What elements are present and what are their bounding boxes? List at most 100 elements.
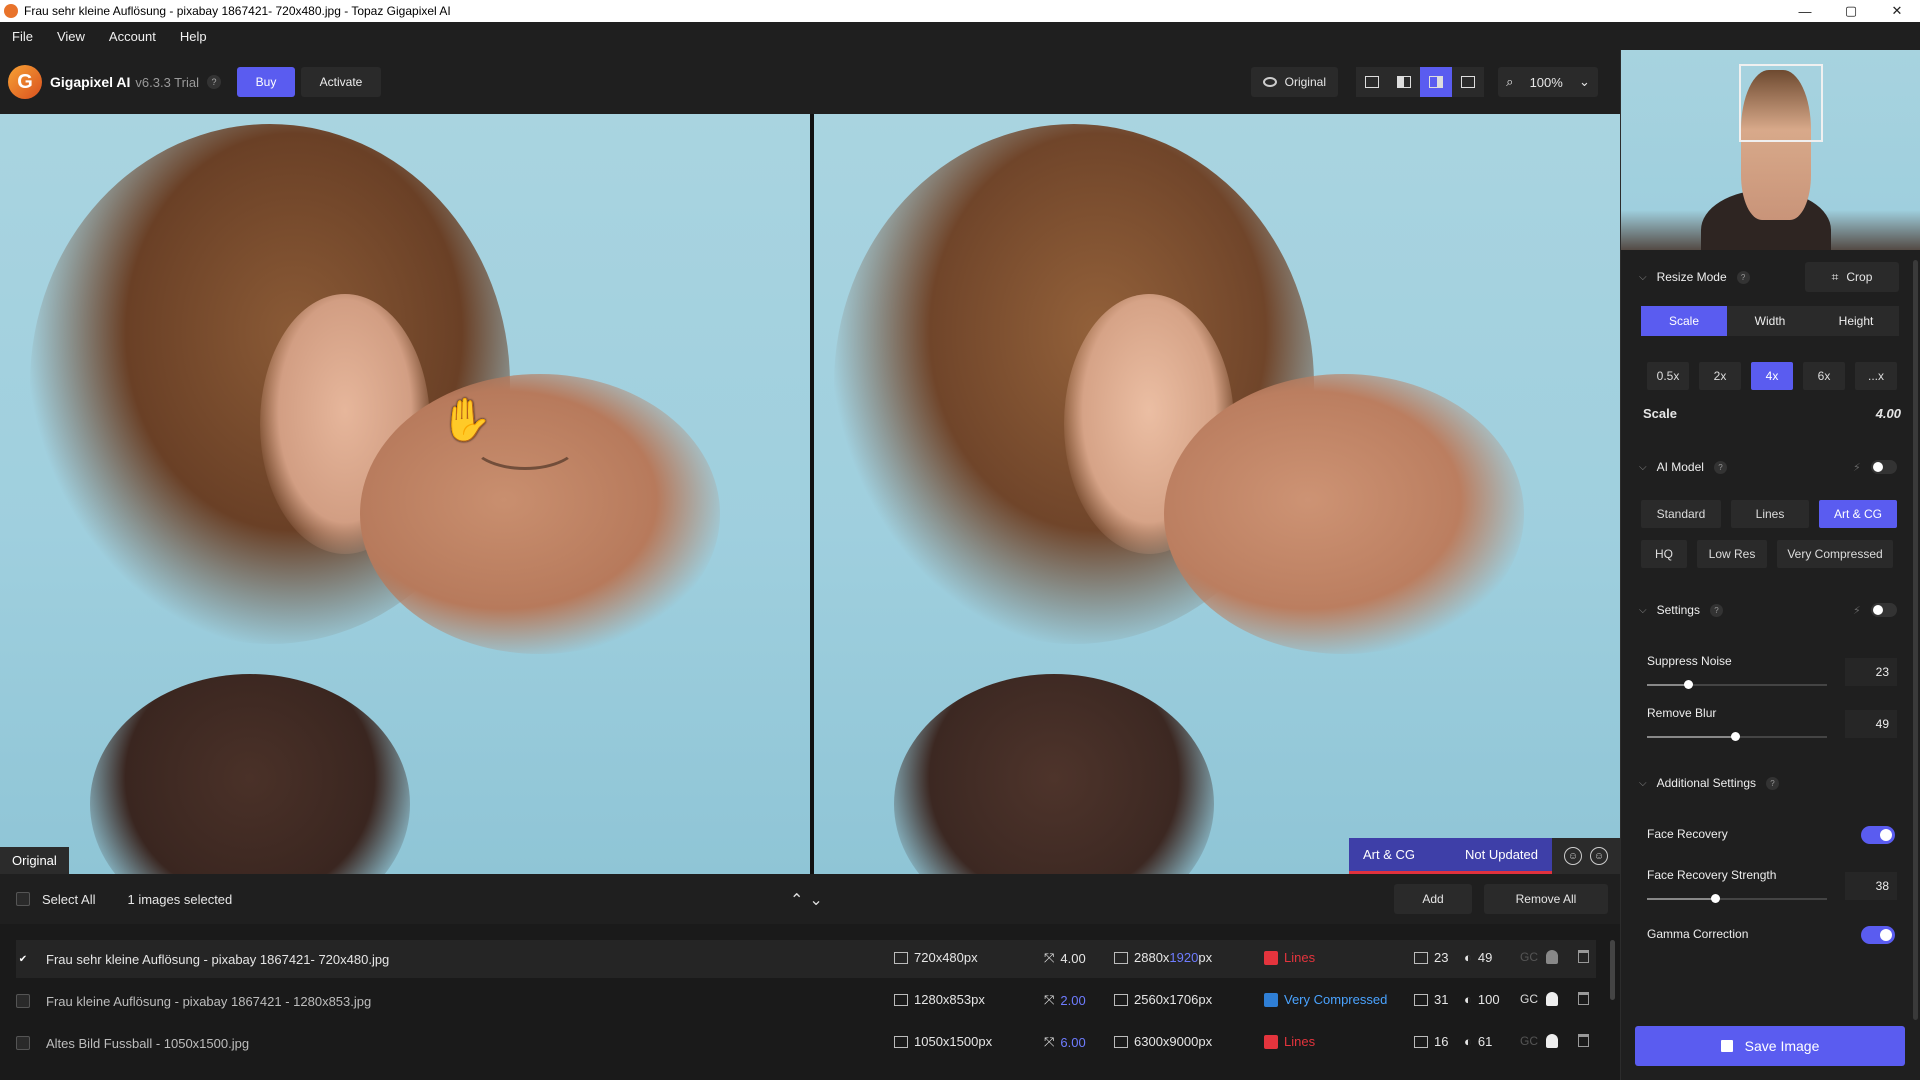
active-model-tag: Art & CG [1349,838,1451,874]
ai-model-auto-toggle[interactable] [1871,460,1897,474]
remove-blur-slider[interactable] [1647,732,1827,741]
navigator-viewport-frame[interactable] [1739,64,1823,142]
slider-handle[interactable] [1731,732,1741,741]
scale-chip-2x[interactable]: 2x [1699,362,1741,390]
mode-height[interactable]: Height [1813,306,1899,336]
remove-all-button[interactable]: Remove All [1484,884,1608,914]
update-status-tag: Not Updated [1451,838,1552,874]
split-view-icon [1397,76,1411,88]
file-row[interactable]: Altes Bild Fussball - 1050x1500.jpg [16,1024,1596,1062]
ai-model-header[interactable]: ⌵ AI Model ? [1639,460,1727,474]
very-compressed-model-icon [1264,992,1278,1007]
settings-panel: ⌵ Resize Mode ? ⌗ Crop Scale Width Heigh… [1620,50,1920,1080]
file-list-scrollbar[interactable] [1610,940,1615,1000]
model-cell[interactable]: Lines [1264,1034,1315,1049]
file-name: Frau sehr kleine Auflösung - pixabay 186… [46,951,390,967]
menu-account[interactable]: Account [109,29,156,44]
model-cell[interactable]: Very Compressed [1264,992,1387,1007]
suppress-noise-slider[interactable] [1647,680,1827,689]
trash-icon[interactable] [1578,1034,1589,1047]
file-checkbox[interactable] [16,994,30,1008]
add-button[interactable]: Add [1394,884,1472,914]
suppress-noise-input[interactable]: 23 [1845,658,1897,686]
help-icon[interactable]: ? [1709,603,1723,617]
delete-cell[interactable] [1578,950,1589,963]
file-checkbox[interactable] [16,1036,30,1050]
gamma-correction-toggle[interactable] [1861,926,1895,944]
model-lines[interactable]: Lines [1731,500,1809,528]
help-icon[interactable]: ? [1713,460,1727,474]
original-preview[interactable]: ✋ Original [0,114,810,874]
mode-scale[interactable]: Scale [1641,306,1727,336]
select-all-label[interactable]: Select All [42,892,95,907]
face-recovery-toggle[interactable] [1861,826,1895,844]
select-all-checkbox[interactable] [16,892,30,906]
delete-cell[interactable] [1578,1034,1589,1047]
noise-cell: 31 [1414,992,1448,1007]
face-recovery-strength-slider[interactable] [1647,894,1827,903]
help-icon[interactable]: ? [1736,270,1750,284]
scale-cell[interactable]: ⤧ 6.00 [1044,1034,1086,1050]
menu-view[interactable]: View [57,29,85,44]
save-image-button[interactable]: Save Image [1635,1026,1905,1066]
model-standard[interactable]: Standard [1641,500,1721,528]
scale-chip-4x[interactable]: 4x [1751,362,1793,390]
face-icons: ☺ ☺ [1552,847,1620,865]
single-view-button[interactable] [1356,67,1388,97]
help-icon[interactable]: ? [1766,776,1779,790]
model-cell[interactable]: Lines [1264,950,1315,965]
remove-blur-input[interactable]: 49 [1845,710,1897,738]
crop-button[interactable]: ⌗ Crop [1805,262,1899,292]
slider-handle[interactable] [1711,894,1721,903]
scale-cell[interactable]: ⤧ 4.00 [1044,950,1086,966]
original-toggle-button[interactable]: Original [1250,67,1338,97]
split-view-button[interactable] [1388,67,1420,97]
scale-cell[interactable]: ⤧ 2.00 [1044,992,1086,1008]
minimize-button[interactable]: — [1782,0,1828,22]
close-button[interactable]: ✕ [1874,0,1920,22]
mode-width[interactable]: Width [1727,306,1813,336]
model-art-cg[interactable]: Art & CG [1819,500,1897,528]
side-by-side-view-button[interactable] [1420,67,1452,97]
zoom-icon: ⌕ [1506,74,1514,89]
face-icon[interactable]: ☺ [1564,847,1582,865]
quad-view-button[interactable] [1452,67,1484,97]
gc-cell: GC [1520,950,1538,964]
scale-chip-custom[interactable]: ...x [1855,362,1897,390]
delete-cell[interactable] [1578,992,1589,1005]
buy-button[interactable]: Buy [236,67,295,97]
file-row[interactable]: ✔ Frau sehr kleine Auflösung - pixabay 1… [16,940,1596,978]
zoom-control[interactable]: ⌕ 100% ⌄ [1498,67,1598,97]
model-hq[interactable]: HQ [1641,540,1687,568]
chevron-down-icon: ⌵ [1639,461,1647,473]
batch-bar: Select All 1 images selected ⌃⌄ Add Remo… [0,874,1620,924]
menu-help[interactable]: Help [180,29,207,44]
scale-value[interactable]: 4.00 [1876,406,1901,421]
settings-header[interactable]: ⌵ Settings ? [1639,603,1723,617]
settings-scrollbar[interactable] [1913,260,1918,1020]
auto-bolt-icon: ⚡ [1853,605,1861,617]
menubar: File View Account Help [0,22,1920,50]
face-compare-icon[interactable]: ☺ [1590,847,1608,865]
processed-preview[interactable]: Art & CG Not Updated ☺ ☺ [814,114,1620,874]
slider-handle[interactable] [1684,680,1694,689]
help-icon[interactable]: ? [206,75,221,89]
menu-file[interactable]: File [12,29,33,44]
settings-auto-toggle[interactable] [1871,603,1897,617]
activate-button[interactable]: Activate [300,67,381,97]
model-very-compressed[interactable]: Very Compressed [1777,540,1893,568]
resize-mode-header[interactable]: ⌵ Resize Mode ? [1639,270,1750,284]
scale-chip-6x[interactable]: 6x [1803,362,1845,390]
model-low-res[interactable]: Low Res [1697,540,1767,568]
expand-collapse-arrows-icon[interactable]: ⌃⌄ [790,890,829,910]
trash-icon[interactable] [1578,950,1589,963]
file-checkbox[interactable]: ✔ [16,952,30,966]
maximize-button[interactable]: ▢ [1828,0,1874,22]
additional-settings-header[interactable]: ⌵ Additional Settings ? [1639,776,1779,790]
model-name: Very Compressed [1284,992,1388,1007]
scale-chip-0-5x[interactable]: 0.5x [1647,362,1689,390]
navigator-thumbnail[interactable] [1621,50,1920,250]
trash-icon[interactable] [1578,992,1589,1005]
noise-icon [1414,1035,1428,1048]
face-recovery-strength-input[interactable]: 38 [1845,872,1897,900]
